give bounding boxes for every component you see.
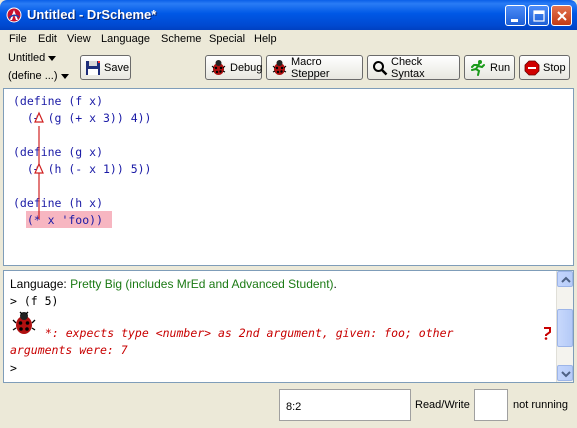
macro-stepper-button[interactable]: Macro Stepper <box>266 55 363 80</box>
error-message-line-1: *: expects type <number> as 2nd argument… <box>38 326 454 340</box>
magnifying-glass-icon <box>373 60 388 75</box>
menu-bar: File Edit View Language Scheme Special H… <box>0 30 577 49</box>
bug-icon[interactable] <box>11 310 37 336</box>
window-title: Untitled - DrScheme* <box>27 7 157 22</box>
macro-stepper-label: Macro Stepper <box>291 55 330 80</box>
save-label: Save <box>104 61 130 74</box>
menu-edit[interactable]: Edit <box>38 33 57 45</box>
run-label: Run <box>490 61 511 74</box>
stop-label: Stop <box>543 61 566 74</box>
status-bar: 8:2 Read/Write not running <box>0 385 577 428</box>
cursor-position-field: 8:2 <box>279 389 411 421</box>
bug-icon <box>211 60 226 75</box>
interactions-scrollbar[interactable] <box>556 271 573 382</box>
interactions-pane[interactable]: Language: Pretty Big (includes MrEd and … <box>3 270 574 383</box>
definitions-editor[interactable]: (define (f x) (+ (g (+ x 3)) 4)) (define… <box>3 88 574 266</box>
run-button[interactable]: Run <box>464 55 515 80</box>
menu-scheme[interactable]: Scheme <box>161 33 201 45</box>
scroll-thumb[interactable] <box>557 309 573 347</box>
read-write-status[interactable]: Read/Write <box>415 399 470 411</box>
chevron-up-icon <box>561 276 571 283</box>
minimize-button[interactable] <box>505 5 526 26</box>
menu-language[interactable]: Language <box>101 33 150 45</box>
scroll-down-button[interactable] <box>557 365 573 381</box>
backtrace-arrows <box>34 111 44 219</box>
minimize-icon <box>511 19 518 22</box>
language-suffix: . <box>333 277 337 291</box>
maximize-button[interactable] <box>528 5 549 26</box>
chevron-down-icon <box>561 371 571 378</box>
debug-button[interactable]: Debug <box>205 55 262 80</box>
language-prefix: Language: <box>10 277 71 291</box>
repl-prompt[interactable]: > <box>10 361 17 375</box>
define-dropdown[interactable]: (define ...) <box>8 70 69 82</box>
menu-file[interactable]: File <box>9 33 27 45</box>
running-status: not running <box>513 399 569 411</box>
chevron-down-icon <box>60 73 69 79</box>
file-dropdown[interactable]: Untitled <box>8 52 57 64</box>
chevron-down-icon <box>48 55 57 61</box>
title-bar[interactable]: Untitled - DrScheme* <box>0 0 577 30</box>
check-syntax-label: Check Syntax <box>391 55 425 80</box>
running-man-icon <box>471 60 485 76</box>
error-message-line-2: arguments were: 7 <box>10 343 128 357</box>
bug-icon <box>272 60 287 75</box>
toolbar: Untitled (define ...) Save Debug Macro S… <box>0 49 577 88</box>
language-line: Language: Pretty Big (includes MrEd and … <box>10 277 337 291</box>
error-trace-icon[interactable] <box>541 326 553 340</box>
close-icon <box>557 11 567 21</box>
floppy-disk-icon <box>86 60 100 75</box>
define-dropdown-label: (define ...) <box>8 70 58 82</box>
drscheme-logo-icon <box>6 7 22 23</box>
debug-label: Debug <box>230 61 263 74</box>
menu-special[interactable]: Special <box>209 33 245 45</box>
save-button[interactable]: Save <box>80 55 131 80</box>
stop-sign-icon <box>524 60 540 75</box>
close-button[interactable] <box>551 5 572 26</box>
maximize-icon <box>533 10 545 22</box>
gc-indicator <box>474 389 508 421</box>
repl-input-line: > (f 5) <box>10 294 59 308</box>
language-name[interactable]: Pretty Big (includes MrEd and Advanced S… <box>70 277 333 291</box>
menu-view[interactable]: View <box>67 33 91 45</box>
scroll-up-button[interactable] <box>557 271 573 287</box>
file-dropdown-label: Untitled <box>8 52 46 64</box>
menu-help[interactable]: Help <box>254 33 277 45</box>
check-syntax-button[interactable]: Check Syntax <box>367 55 460 80</box>
stop-button[interactable]: Stop <box>519 55 570 80</box>
